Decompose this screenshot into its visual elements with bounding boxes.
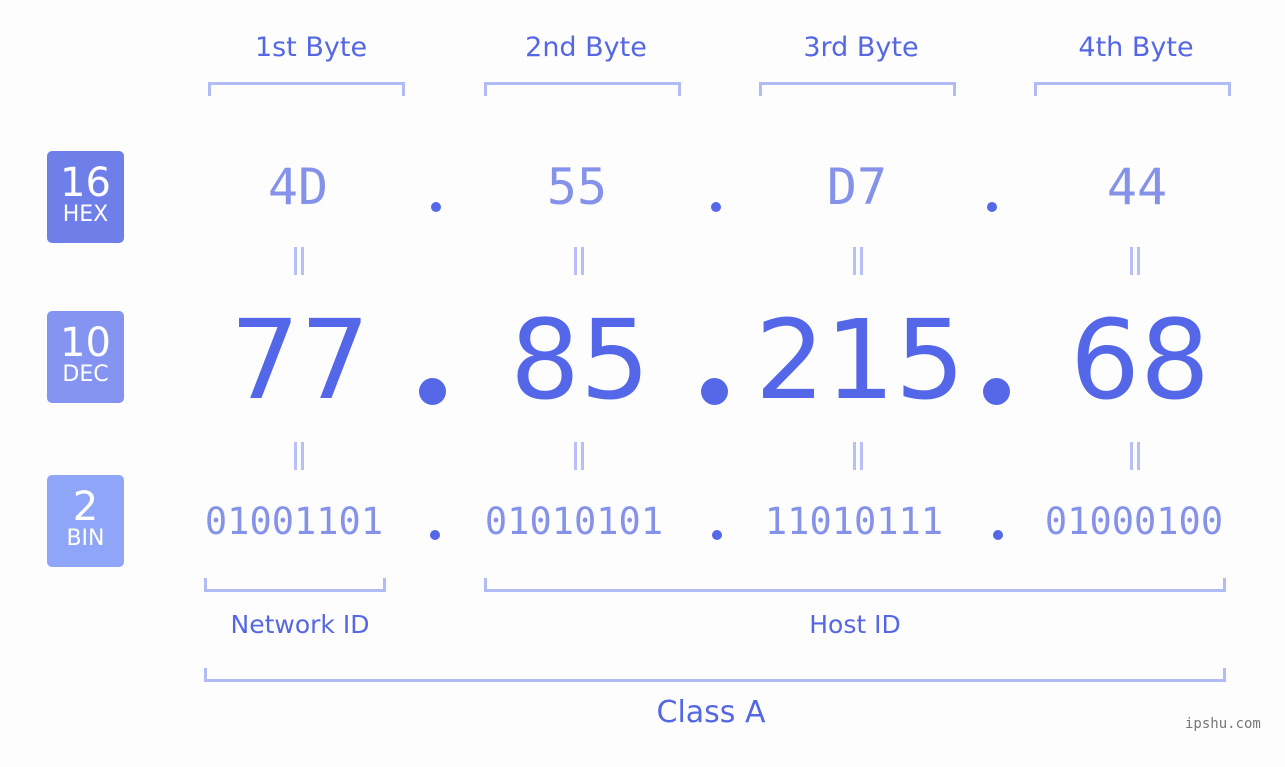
equals-icon bbox=[851, 442, 865, 470]
equals-icon bbox=[292, 442, 306, 470]
class-label: Class A bbox=[656, 695, 766, 730]
dec-dot-3 bbox=[983, 378, 1010, 405]
bin-dot-2 bbox=[712, 530, 722, 540]
watermark: ipshu.com bbox=[1185, 716, 1261, 732]
host-id-label: Host ID bbox=[809, 610, 901, 639]
byte-header-3: 3rd Byte bbox=[803, 32, 919, 63]
dec-label: DEC bbox=[62, 362, 109, 387]
dec-dot-2 bbox=[701, 378, 728, 405]
hex-value-3: D7 bbox=[826, 158, 888, 216]
dec-value-2: 85 bbox=[510, 296, 650, 424]
equals-icon bbox=[572, 442, 586, 470]
hex-value-1: 4D bbox=[267, 158, 329, 216]
equals-icon bbox=[292, 247, 306, 275]
hex-dot-2 bbox=[711, 202, 721, 212]
class-bracket bbox=[204, 668, 1226, 682]
byte-bracket-3 bbox=[759, 82, 956, 96]
hex-label: HEX bbox=[62, 202, 109, 227]
hex-dot-3 bbox=[987, 202, 997, 212]
bin-value-1: 01001101 bbox=[204, 500, 384, 543]
bin-label: BIN bbox=[66, 526, 105, 551]
dec-value-1: 77 bbox=[230, 296, 370, 424]
bin-dot-1 bbox=[430, 530, 440, 540]
equals-icon bbox=[1128, 442, 1142, 470]
bin-badge: 2 BIN bbox=[47, 475, 124, 567]
equals-icon bbox=[1128, 247, 1142, 275]
dec-dot-1 bbox=[419, 378, 446, 405]
host-id-bracket bbox=[484, 578, 1226, 592]
dec-base: 10 bbox=[60, 320, 111, 366]
byte-bracket-2 bbox=[484, 82, 681, 96]
hex-value-2: 55 bbox=[546, 158, 608, 216]
byte-header-1: 1st Byte bbox=[254, 32, 368, 63]
network-id-bracket bbox=[204, 578, 386, 592]
equals-icon bbox=[851, 247, 865, 275]
hex-badge: 16 HEX bbox=[47, 151, 124, 243]
byte-header-2: 2nd Byte bbox=[525, 32, 647, 63]
dec-badge: 10 DEC bbox=[47, 311, 124, 403]
byte-bracket-1 bbox=[208, 82, 405, 96]
dec-value-4: 68 bbox=[1070, 296, 1210, 424]
network-id-label: Network ID bbox=[230, 610, 370, 639]
bin-value-3: 11010111 bbox=[764, 500, 944, 543]
hex-value-4: 44 bbox=[1106, 158, 1168, 216]
equals-icon bbox=[572, 247, 586, 275]
bin-base: 2 bbox=[72, 484, 99, 530]
hex-dot-1 bbox=[431, 202, 441, 212]
hex-base: 16 bbox=[60, 160, 111, 206]
bin-value-2: 01010101 bbox=[484, 500, 664, 543]
dec-value-3: 215 bbox=[755, 296, 965, 424]
byte-bracket-4 bbox=[1034, 82, 1231, 96]
bin-value-4: 01000100 bbox=[1044, 500, 1224, 543]
bin-dot-3 bbox=[993, 530, 1003, 540]
byte-header-4: 4th Byte bbox=[1078, 32, 1194, 63]
